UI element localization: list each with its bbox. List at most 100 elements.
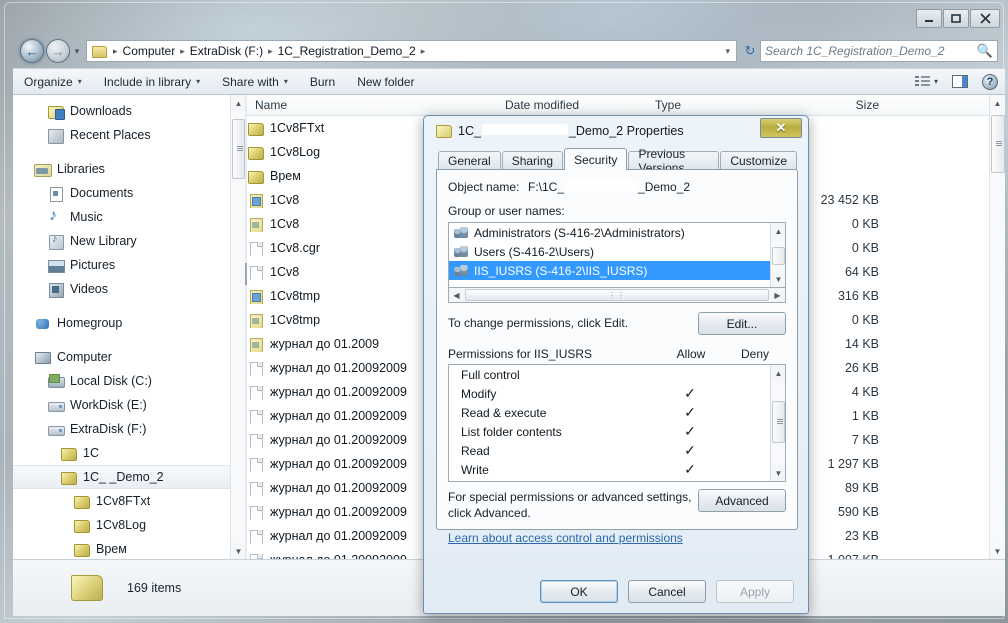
sidebar-item-homegroup[interactable]: Homegroup [13,311,245,335]
forward-button[interactable]: → [46,39,70,63]
sidebar-item-1c[interactable]: 1C [13,441,245,465]
dialog-close-button[interactable]: ✕ [760,118,802,138]
permission-row[interactable]: Read & execute✓ [449,403,785,422]
maximize-button[interactable] [943,9,969,28]
scrollbar-track[interactable] [771,381,785,465]
allow-checkbox[interactable]: ✓ [657,442,723,459]
refresh-button[interactable]: ↻ [740,43,760,59]
group-list-item[interactable]: IIS_IUSRS (S-416-2\IIS_IUSRS) [449,261,785,280]
group-list-item[interactable]: Administrators (S-416-2\Administrators) [449,223,785,242]
new-folder-label: New folder [357,75,414,89]
sidebar-item-local-disk-c[interactable]: Local Disk (C:) [13,369,245,393]
column-header-date[interactable]: Date modified [497,98,647,112]
chevron-down-icon[interactable]: ▾ [725,46,734,57]
sidebar-item-music[interactable]: Music [13,205,245,229]
minimize-button[interactable] [916,9,942,28]
cancel-button[interactable]: Cancel [628,580,706,603]
scrollbar-thumb[interactable] [772,401,785,443]
permissions-list[interactable]: Full controlModify✓Read & execute✓List f… [448,364,786,482]
include-in-library-button[interactable]: Include in library ▾ [93,69,211,94]
new-folder-button[interactable]: New folder [346,69,425,94]
sidebar-item-1c-demo-2[interactable]: 1C_ _Demo_2 [13,465,245,489]
apply-button[interactable]: Apply [716,580,794,603]
scroll-up-icon[interactable]: ▲ [771,223,786,239]
allow-checkbox[interactable]: ✓ [657,404,723,421]
scrollbar-thumb[interactable] [772,247,785,265]
group-list-scrollbar[interactable]: ▲ ▼ [770,223,785,287]
column-header-name[interactable]: Name [247,98,497,112]
scrollbar-track[interactable] [231,111,245,543]
sidebar-item-recent-places[interactable]: Recent Places [13,123,245,147]
ok-button[interactable]: OK [540,580,618,603]
permission-row[interactable]: Full control [449,365,785,384]
sidebar-item-documents[interactable]: Documents [13,181,245,205]
allow-checkbox[interactable]: ✓ [657,461,723,478]
sidebar-item-downloads[interactable]: Downloads [13,99,245,123]
sidebar-item-videos[interactable]: Videos [13,277,245,301]
tab-security[interactable]: Security [564,148,627,170]
sidebar-item-workdisk-e[interactable]: WorkDisk (E:) [13,393,245,417]
scroll-up-icon[interactable]: ▲ [231,95,245,111]
sidebar-item-[interactable]: Врем [13,537,245,559]
dialog-title-suffix: _Demo_2 Properties [569,124,684,138]
allow-checkbox[interactable]: ✓ [657,423,723,440]
scroll-right-icon[interactable]: ▶ [770,291,785,300]
advanced-button[interactable]: Advanced [698,489,786,512]
back-button[interactable]: ← [20,39,44,63]
sidebar-item-1cv8ftxt[interactable]: 1Cv8FTxt [13,489,245,513]
organize-button[interactable]: Organize ▾ [13,69,93,94]
scrollbar-thumb[interactable] [232,119,245,179]
scroll-up-icon[interactable]: ▲ [771,365,786,381]
tab-previous-versions[interactable]: Previous Versions [628,151,719,170]
scrollbar-track[interactable] [990,111,1005,543]
sidebar-item-pictures[interactable]: Pictures [13,253,245,277]
group-list-horizontal-scrollbar[interactable]: ◀ ⋮⋮ ▶ [448,288,786,303]
permission-row[interactable]: List folder contents✓ [449,422,785,441]
breadcrumb[interactable]: ▸ Computer ▸ ExtraDisk (F:) ▸ 1C_Registr… [86,40,737,62]
scrollbar-thumb[interactable] [991,115,1005,173]
breadcrumb-item-extradisk[interactable]: ExtraDisk (F:) [188,44,265,58]
sidebar-item-computer[interactable]: Computer [13,345,245,369]
close-button[interactable] [970,9,1000,28]
recent-locations-button[interactable]: ▾ [70,46,84,57]
scroll-down-icon[interactable]: ▼ [990,543,1005,559]
scroll-down-icon[interactable]: ▼ [771,271,786,287]
share-with-button[interactable]: Share with ▾ [211,69,299,94]
scroll-down-icon[interactable]: ▼ [771,465,786,481]
scroll-up-icon[interactable]: ▲ [990,95,1005,111]
group-list-item[interactable]: Users (S-416-2\Users) [449,242,785,261]
edit-button[interactable]: Edit... [698,312,786,335]
help-button[interactable]: ? [975,74,1005,90]
sidebar-item-extradisk-f[interactable]: ExtraDisk (F:) [13,417,245,441]
permission-row[interactable]: Read✓ [449,441,785,460]
scrollbar-thumb[interactable]: ⋮⋮ [465,289,769,301]
preview-pane-button[interactable] [945,75,975,88]
sidebar-item-label: Libraries [57,162,105,176]
tab-general[interactable]: General [438,151,501,170]
sidebar-item-libraries[interactable]: Libraries [13,157,245,181]
dialog-titlebar[interactable]: 1C_ _Demo_2 Properties ✕ [424,116,808,146]
scroll-down-icon[interactable]: ▼ [231,543,245,559]
breadcrumb-item-computer[interactable]: Computer [121,44,178,58]
navigation-scrollbar[interactable]: ▲ ▼ [230,95,245,559]
file-list-scrollbar[interactable]: ▲ ▼ [989,95,1005,559]
tab-sharing[interactable]: Sharing [502,151,563,170]
permission-row[interactable]: Write✓ [449,460,785,479]
burn-button[interactable]: Burn [299,69,346,94]
permission-row[interactable]: Modify✓ [449,384,785,403]
learn-about-access-control-link[interactable]: Learn about access control and permissio… [448,531,786,545]
allow-checkbox[interactable]: ✓ [657,385,723,402]
sidebar-item-1cv8log[interactable]: 1Cv8Log [13,513,245,537]
deny-column-header: Deny [724,347,786,361]
scrollbar-track[interactable] [771,239,785,271]
group-or-user-names-list[interactable]: Administrators (S-416-2\Administrators)U… [448,222,786,288]
breadcrumb-item-folder[interactable]: 1C_Registration_Demo_2 [276,44,418,58]
tab-customize[interactable]: Customize [720,151,797,170]
sidebar-item-new-library[interactable]: New Library [13,229,245,253]
column-header-type[interactable]: Type [647,98,787,112]
column-header-size[interactable]: Size [787,98,897,112]
scroll-left-icon[interactable]: ◀ [449,291,464,300]
search-input[interactable]: Search 1C_Registration_Demo_2 🔍 [760,40,998,62]
change-view-button[interactable]: ▾ [908,75,945,88]
permissions-scrollbar[interactable]: ▲ ▼ [770,365,785,481]
